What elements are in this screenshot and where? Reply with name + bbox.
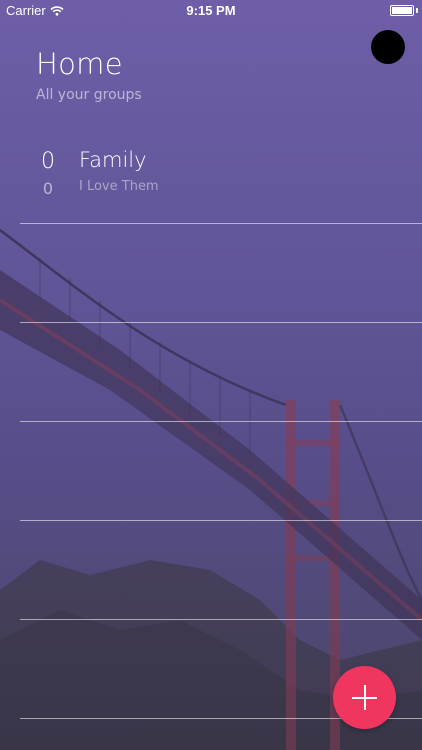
battery-icon <box>390 5 414 16</box>
home-screen: Carrier 9:15 PM Home All your groups 0 0… <box>0 0 422 750</box>
battery-fill <box>392 7 412 14</box>
status-time: 9:15 PM <box>186 3 236 18</box>
group-row-family[interactable]: 0 0 Family I Love Them <box>0 125 422 224</box>
add-group-button[interactable] <box>333 666 396 729</box>
avatar[interactable] <box>371 30 405 64</box>
empty-row <box>0 323 422 422</box>
group-description: I Love Them <box>79 179 159 194</box>
empty-row <box>0 224 422 323</box>
empty-row <box>0 521 422 620</box>
page-title: Home <box>36 47 123 81</box>
status-bar: Carrier 9:15 PM <box>0 0 422 22</box>
empty-row <box>0 422 422 521</box>
group-count-primary: 0 <box>41 149 55 174</box>
battery-cap <box>416 8 418 13</box>
group-name: Family <box>79 148 147 172</box>
page-subtitle: All your groups <box>36 87 142 103</box>
group-count-secondary: 0 <box>42 179 54 198</box>
group-list: 0 0 Family I Love Them <box>0 125 422 719</box>
